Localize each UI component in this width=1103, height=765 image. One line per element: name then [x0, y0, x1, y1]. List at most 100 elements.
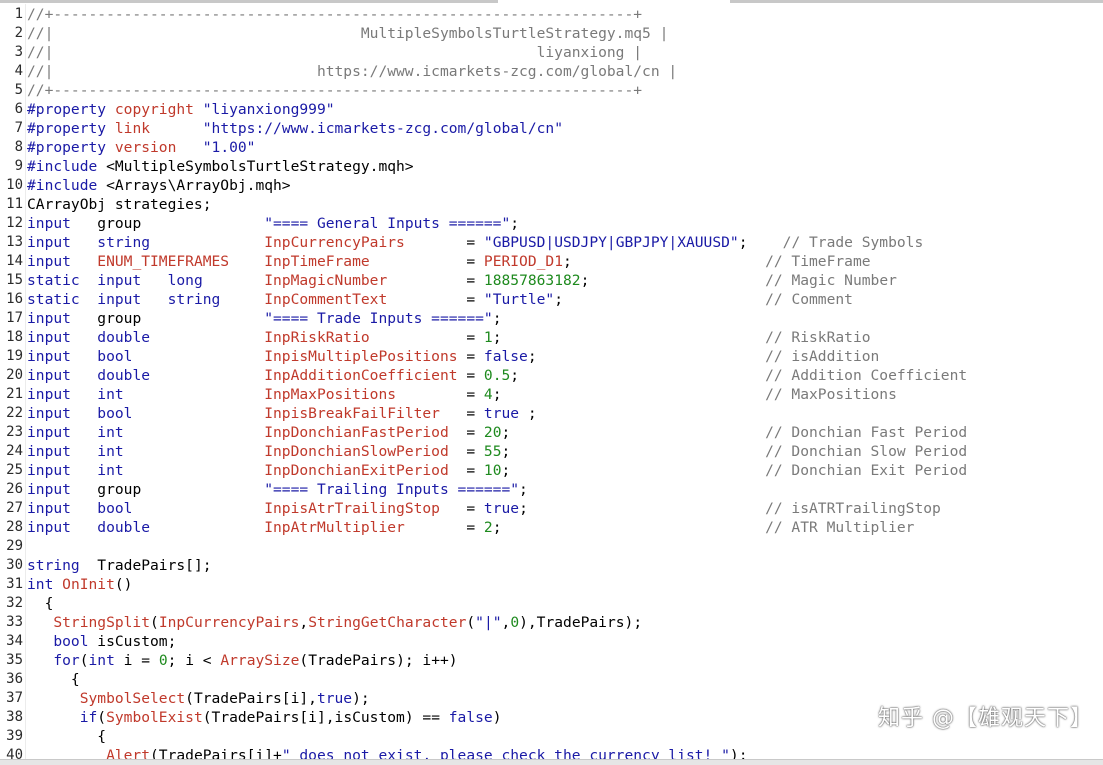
code-text: if(SymbolExist(TradePairs[i],isCustom) =…	[27, 708, 502, 727]
code-token: // Addition Coefficient	[765, 367, 968, 384]
code-line[interactable]: 18 input double InpRiskRatio = 1; // Risk…	[0, 328, 1103, 347]
code-token: input	[27, 519, 98, 536]
horizontal-scrollbar[interactable]	[0, 759, 1103, 765]
code-line[interactable]: 35 for(int i = 0; i < ArraySize(TradePai…	[0, 651, 1103, 670]
code-token: input	[27, 386, 98, 403]
code-line[interactable]: 22 input bool InpisBreakFailFilter = true…	[0, 404, 1103, 423]
code-token: int	[97, 424, 265, 441]
code-token: i =	[123, 652, 159, 669]
line-number: 23	[6, 424, 23, 440]
code-line[interactable]: 31 int OnInit()	[0, 575, 1103, 594]
code-token: for	[53, 652, 80, 669]
code-text: //| https://www.icmarkets-zcg.com/global…	[27, 62, 677, 81]
code-token: =	[466, 329, 484, 346]
line-number: 16	[6, 291, 23, 307]
line-number: 4	[14, 63, 23, 79]
code-token: 2	[483, 519, 493, 536]
code-line[interactable]: 20 input double InpAdditionCoefficient = …	[0, 366, 1103, 385]
line-number: 34	[6, 633, 23, 649]
code-token: ;	[501, 443, 766, 460]
code-token: string	[97, 234, 265, 251]
code-line[interactable]: 29	[0, 537, 1103, 556]
code-line[interactable]: 9 #include <MultipleSymbolsTurtleStrategy…	[0, 157, 1103, 176]
code-line[interactable]: 28 input double InpAtrMultiplier = 2; // …	[0, 518, 1103, 537]
code-token: ;	[519, 405, 537, 422]
code-token: group	[97, 481, 265, 498]
line-number: 30	[6, 557, 23, 573]
code-token: )	[492, 709, 502, 726]
code-token: );	[352, 690, 370, 707]
code-token: 0.5	[483, 367, 511, 384]
code-line[interactable]: 15 static input long InpMagicNumber = 188…	[0, 271, 1103, 290]
code-line[interactable]: 10 #include <Arrays\ArrayObj.mqh>	[0, 176, 1103, 195]
code-token: ;	[510, 215, 520, 232]
code-token: OnInit	[62, 576, 115, 593]
code-line[interactable]: 8 #property version "1.00"	[0, 138, 1103, 157]
code-token: SymbolSelect	[79, 690, 186, 707]
code-token: group	[97, 310, 265, 327]
code-line[interactable]: 26 input group "==== Trailing Inputs ====…	[0, 480, 1103, 499]
code-line[interactable]: 33 StringSplit(InpCurrencyPairs,StringGe…	[0, 613, 1103, 632]
code-line[interactable]: 6 #property copyright "liyanxiong999"	[0, 100, 1103, 119]
code-line[interactable]: 30 string TradePairs[];	[0, 556, 1103, 575]
code-token: =	[466, 291, 484, 308]
code-line[interactable]: 21 input int InpMaxPositions = 4; // MaxP…	[0, 385, 1103, 404]
code-line[interactable]: 11 CArrayObj strategies;	[0, 195, 1103, 214]
code-line[interactable]: 23 input int InpDonchianFastPeriod = 20; …	[0, 423, 1103, 442]
code-line[interactable]: 40 Alert(TradePairs[i]+" does not exist,…	[0, 746, 1103, 760]
code-line[interactable]: 36 {	[0, 670, 1103, 689]
code-line[interactable]: 19 input bool InpisMultiplePositions = fa…	[0, 347, 1103, 366]
code-line[interactable]: 2//| MultipleSymbolsTurtleStrategy.mq5 |	[0, 24, 1103, 43]
code-token: (	[466, 614, 476, 631]
code-token: copyright	[114, 101, 203, 118]
code-text: #property copyright "liyanxiong999"	[27, 100, 335, 119]
code-token: //+-------------------------------------…	[27, 82, 643, 99]
code-line[interactable]: 14 input ENUM_TIMEFRAMES InpTimeFrame = P…	[0, 252, 1103, 271]
code-line[interactable]: 1//+------------------------------------…	[0, 5, 1103, 24]
code-token: // TimeFrame	[765, 253, 871, 270]
code-token: //| https://www.icmarkets-zcg.com/global…	[27, 63, 678, 80]
watermark: 知乎 @【雄观天下】	[878, 706, 1093, 731]
code-token: ENUM_TIMEFRAMES	[97, 253, 265, 270]
code-line[interactable]: 7 #property link "https://www.icmarkets-z…	[0, 119, 1103, 138]
code-text: input int InpMaxPositions = 4; // MaxPos…	[27, 385, 897, 404]
code-line[interactable]: 13 input string InpCurrencyPairs = "GBPUS…	[0, 233, 1103, 252]
code-token: // isAddition	[765, 348, 880, 365]
line-number: 21	[6, 386, 23, 402]
line-number: 6	[14, 101, 23, 117]
code-line[interactable]: 34 bool isCustom;	[0, 632, 1103, 651]
code-token: SymbolExist	[106, 709, 203, 726]
code-line[interactable]: 4//| https://www.icmarkets-zcg.com/globa…	[0, 62, 1103, 81]
code-line[interactable]: 12 input group "==== General Inputs =====…	[0, 214, 1103, 233]
code-token: ;	[519, 500, 766, 517]
code-token: ;	[501, 462, 766, 479]
code-token: input	[27, 215, 98, 232]
line-number: 22	[6, 405, 23, 421]
code-line[interactable]: 5//+------------------------------------…	[0, 81, 1103, 100]
code-token: 55	[483, 443, 502, 460]
code-token: ;	[492, 519, 766, 536]
code-line[interactable]: 32 {	[0, 594, 1103, 613]
code-text: string TradePairs[];	[27, 556, 212, 575]
code-line[interactable]: 16 static input string InpCommentText = "…	[0, 290, 1103, 309]
code-token: input	[27, 253, 98, 270]
code-line[interactable]: 3//| liyanxiong |	[0, 43, 1103, 62]
code-line[interactable]: 17 input group "==== Trade Inputs ======"…	[0, 309, 1103, 328]
code-token: input	[27, 443, 98, 460]
code-token: StringGetCharacter	[308, 614, 467, 631]
code-token: // RiskRatio	[765, 329, 871, 346]
code-token: {	[27, 671, 80, 688]
line-number: 28	[6, 519, 23, 535]
code-token: input	[27, 367, 98, 384]
code-editor[interactable]: 1//+------------------------------------…	[0, 4, 1103, 760]
code-token: false	[483, 348, 528, 365]
code-token: "==== General Inputs ======"	[264, 215, 511, 232]
code-token: ;	[492, 310, 502, 327]
code-line[interactable]: 25 input int InpDonchianExitPeriod = 10; …	[0, 461, 1103, 480]
code-line[interactable]: 24 input int InpDonchianSlowPeriod = 55; …	[0, 442, 1103, 461]
code-token: =	[466, 367, 484, 384]
code-token: true	[483, 500, 520, 517]
code-line[interactable]: 27 input bool InpisAtrTrailingStop = true…	[0, 499, 1103, 518]
code-token: // Magic Number	[765, 272, 897, 289]
code-token: "GBPUSD|USDJPY|GBPJPY|XAUUSD"	[483, 234, 739, 251]
